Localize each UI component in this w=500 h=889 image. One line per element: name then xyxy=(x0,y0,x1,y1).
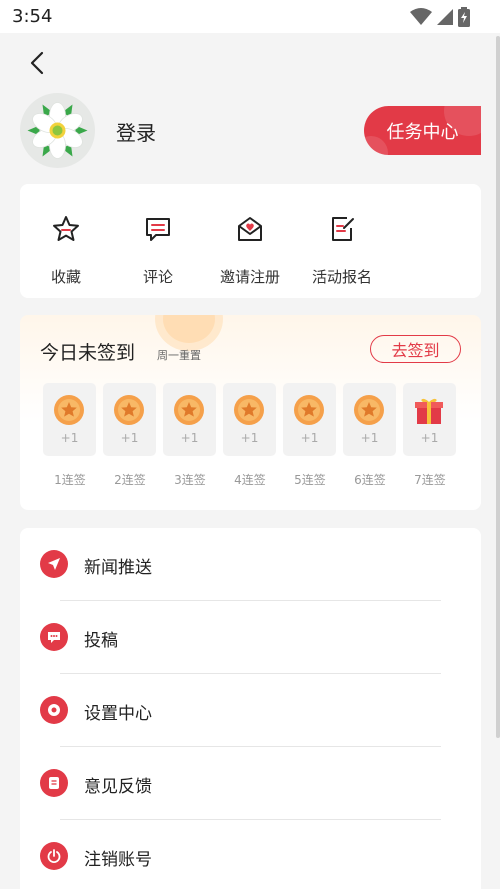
coin-icon xyxy=(354,395,384,425)
signin-subtitle: 周一重置 xyxy=(157,349,201,362)
menu-item-label: 设置中心 xyxy=(84,704,152,724)
invite-icon xyxy=(238,217,262,241)
day-box: +1 xyxy=(403,383,456,456)
signin-button[interactable]: 去签到 xyxy=(370,335,461,363)
day-reward: +1 xyxy=(300,431,319,445)
day-box: +1 xyxy=(223,383,276,456)
menu-item-label: 新闻推送 xyxy=(84,558,152,578)
day-label: 2连签 xyxy=(114,473,146,487)
day-reward: +1 xyxy=(180,431,199,445)
day-reward: +1 xyxy=(360,431,379,445)
signin-card: 今日未签到 周一重置 去签到 +1 +1 +1 +1 +1 +1 +1 1连签 … xyxy=(20,315,481,510)
day-reward: +1 xyxy=(420,431,439,445)
coin-icon xyxy=(54,395,84,425)
day-label: 6连签 xyxy=(354,473,386,487)
login-link[interactable]: 登录 xyxy=(116,117,156,146)
day-box: +1 xyxy=(163,383,216,456)
day-reward: +1 xyxy=(240,431,259,445)
menu-item-settings[interactable]: 设置中心 xyxy=(20,674,481,747)
avatar[interactable] xyxy=(20,93,95,168)
menu-card: 新闻推送 投稿 设置中心 意见反馈 注销账号 xyxy=(20,528,481,889)
coin-icon xyxy=(174,395,204,425)
task-center-button[interactable]: 任务中心 xyxy=(364,106,481,155)
menu-item-label: 注销账号 xyxy=(84,850,152,870)
day-reward: +1 xyxy=(60,431,79,445)
day-box: +1 xyxy=(43,383,96,456)
quick-action-invite[interactable]: 邀请注册 xyxy=(205,214,295,287)
quick-action-favorites[interactable]: 收藏 xyxy=(21,214,111,287)
quick-action-label: 邀请注册 xyxy=(219,268,280,286)
status-time: 3:54 xyxy=(12,6,53,27)
status-bar: 3:54 xyxy=(0,0,500,33)
settings-icon xyxy=(40,696,68,724)
message-icon xyxy=(40,623,68,651)
coin-icon xyxy=(234,395,264,425)
signal-icon xyxy=(437,9,453,25)
power-icon xyxy=(40,842,68,870)
day-box: +1 xyxy=(283,383,336,456)
send-icon xyxy=(40,550,68,578)
status-icons xyxy=(410,6,470,28)
day-label: 1连签 xyxy=(54,473,86,487)
day-label: 7连签 xyxy=(414,473,446,487)
menu-item-feedback[interactable]: 意见反馈 xyxy=(20,747,481,820)
star-icon xyxy=(53,216,79,241)
coin-icon xyxy=(114,395,144,425)
quick-action-signup[interactable]: 活动报名 xyxy=(297,214,387,287)
flower-avatar-icon xyxy=(27,102,88,159)
day-label: 3连签 xyxy=(174,473,206,487)
back-button[interactable] xyxy=(20,46,54,80)
coin-icon xyxy=(294,395,324,425)
quick-action-label: 活动报名 xyxy=(311,268,372,286)
wifi-icon xyxy=(410,8,432,25)
menu-item-label: 意见反馈 xyxy=(84,777,152,797)
battery-icon xyxy=(458,7,470,27)
quick-action-label: 收藏 xyxy=(50,268,81,286)
quick-action-comments[interactable]: 评论 xyxy=(113,214,203,287)
feedback-icon xyxy=(40,769,68,797)
day-label: 4连签 xyxy=(234,473,266,487)
quick-action-label: 评论 xyxy=(142,268,173,286)
decor-bubble xyxy=(364,136,388,155)
gift-icon xyxy=(415,398,443,424)
menu-item-news-push[interactable]: 新闻推送 xyxy=(20,528,481,601)
day-reward: +1 xyxy=(120,431,139,445)
signup-icon xyxy=(332,217,354,241)
day-box: +1 xyxy=(103,383,156,456)
quick-actions-card: 收藏 评论 邀请注册 活动报名 xyxy=(20,184,481,298)
task-center-label: 任务中心 xyxy=(386,121,459,143)
menu-item-label: 投稿 xyxy=(84,631,118,651)
comment-icon xyxy=(146,218,170,241)
signin-button-label: 去签到 xyxy=(391,341,440,360)
day-box: +1 xyxy=(343,383,396,456)
signin-title: 今日未签到 xyxy=(40,342,136,364)
chevron-left-icon xyxy=(30,51,44,75)
menu-item-deactivate-account[interactable]: 注销账号 xyxy=(20,820,481,889)
menu-item-contribute[interactable]: 投稿 xyxy=(20,601,481,674)
day-label: 5连签 xyxy=(294,473,326,487)
page-scrollbar[interactable] xyxy=(496,36,500,738)
